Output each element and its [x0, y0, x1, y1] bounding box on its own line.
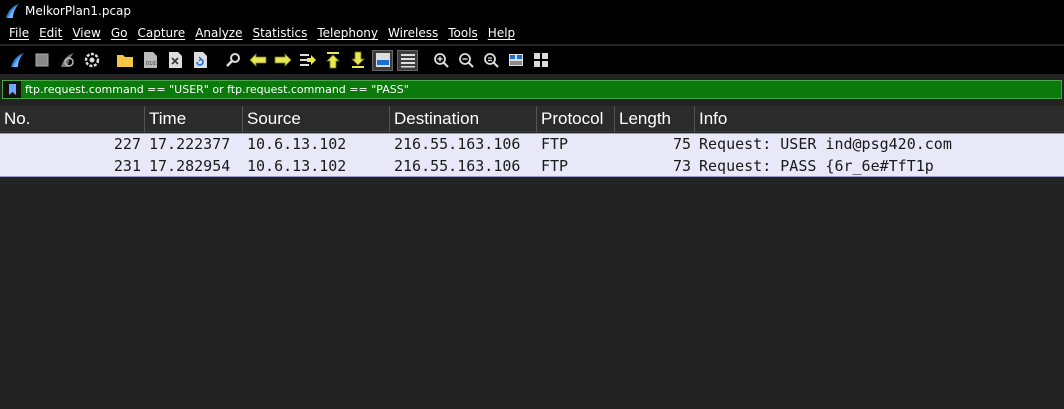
packet-no: 231: [113, 157, 141, 175]
column-header-length[interactable]: Length: [615, 106, 695, 132]
packet-no: 227: [113, 135, 141, 153]
find-packet-icon[interactable]: [222, 50, 243, 71]
packet-time: 17.222377: [149, 135, 231, 153]
layout-icon[interactable]: [530, 50, 551, 71]
restart-capture-icon[interactable]: [56, 50, 77, 71]
menu-view[interactable]: View: [67, 26, 105, 40]
packet-source: 10.6.13.102: [247, 135, 347, 153]
zoom-in-icon[interactable]: [430, 50, 451, 71]
table-row[interactable]: 227 17.222377 10.6.13.102 216.55.163.106…: [0, 133, 1064, 155]
column-header-no[interactable]: No.: [0, 106, 145, 132]
table-row[interactable]: 231 17.282954 10.6.13.102 216.55.163.106…: [0, 155, 1064, 177]
packet-list: 227 17.222377 10.6.13.102 216.55.163.106…: [0, 133, 1064, 177]
packet-protocol: FTP: [541, 135, 569, 153]
zoom-normal-icon[interactable]: [480, 50, 501, 71]
auto-scroll-icon[interactable]: [372, 49, 393, 71]
menu-bar: File Edit View Go Capture Analyze Statis…: [0, 22, 1064, 44]
title-bar: MelkorPlan1.pcap: [0, 0, 1064, 22]
packet-destination: 216.55.163.106: [394, 135, 521, 153]
main-toolbar: 0101: [0, 46, 1064, 74]
column-header-info[interactable]: Info: [695, 106, 1064, 132]
packet-info: Request: PASS {6r_6e#TfT1p: [699, 157, 934, 175]
display-filter-input[interactable]: ftp.request.command == "USER" or ftp.req…: [25, 83, 409, 96]
menu-file[interactable]: File: [4, 26, 34, 40]
go-to-packet-icon[interactable]: [297, 50, 318, 71]
column-header-time[interactable]: Time: [145, 106, 243, 132]
filter-bookmark-icon[interactable]: [3, 81, 21, 98]
open-file-icon[interactable]: [114, 50, 135, 71]
packet-protocol: FTP: [541, 157, 569, 175]
menu-tools[interactable]: Tools: [443, 26, 483, 40]
go-first-icon[interactable]: [322, 50, 343, 71]
go-forward-icon[interactable]: [272, 50, 293, 71]
menu-help[interactable]: Help: [483, 26, 520, 40]
column-header-protocol[interactable]: Protocol: [537, 106, 615, 132]
start-capture-icon[interactable]: [6, 50, 27, 71]
menu-edit[interactable]: Edit: [34, 26, 67, 40]
stop-capture-icon[interactable]: [31, 50, 52, 71]
zoom-out-icon[interactable]: [455, 50, 476, 71]
packet-length: 75: [672, 135, 691, 153]
column-header-source[interactable]: Source: [243, 106, 390, 132]
wireshark-fin-icon: [6, 4, 19, 18]
column-header-destination[interactable]: Destination: [390, 106, 537, 132]
packet-list-header: No. Time Source Destination Protocol Len…: [0, 106, 1064, 132]
go-last-icon[interactable]: [347, 50, 368, 71]
capture-options-icon[interactable]: [81, 50, 102, 71]
menu-capture[interactable]: Capture: [132, 26, 190, 40]
display-filter-bar[interactable]: ftp.request.command == "USER" or ftp.req…: [2, 80, 1062, 99]
menu-telephony[interactable]: Telephony: [312, 26, 383, 40]
svg-text:0101: 0101: [146, 61, 158, 67]
menu-go[interactable]: Go: [106, 26, 133, 40]
menu-analyze[interactable]: Analyze: [190, 26, 247, 40]
packet-length: 73: [672, 157, 691, 175]
resize-columns-icon[interactable]: [505, 50, 526, 71]
packet-info: Request: USER ind@psg420.com: [699, 135, 952, 153]
save-file-icon[interactable]: 0101: [139, 50, 160, 71]
packet-time: 17.282954: [149, 157, 231, 175]
menu-statistics[interactable]: Statistics: [247, 26, 312, 40]
packet-source: 10.6.13.102: [247, 157, 347, 175]
go-back-icon[interactable]: [247, 50, 268, 71]
window-title: MelkorPlan1.pcap: [25, 4, 132, 18]
close-file-icon[interactable]: [164, 50, 185, 71]
packet-destination: 216.55.163.106: [394, 157, 521, 175]
colorize-icon[interactable]: [397, 49, 418, 71]
menu-wireless[interactable]: Wireless: [383, 26, 443, 40]
reload-file-icon[interactable]: [189, 50, 210, 71]
